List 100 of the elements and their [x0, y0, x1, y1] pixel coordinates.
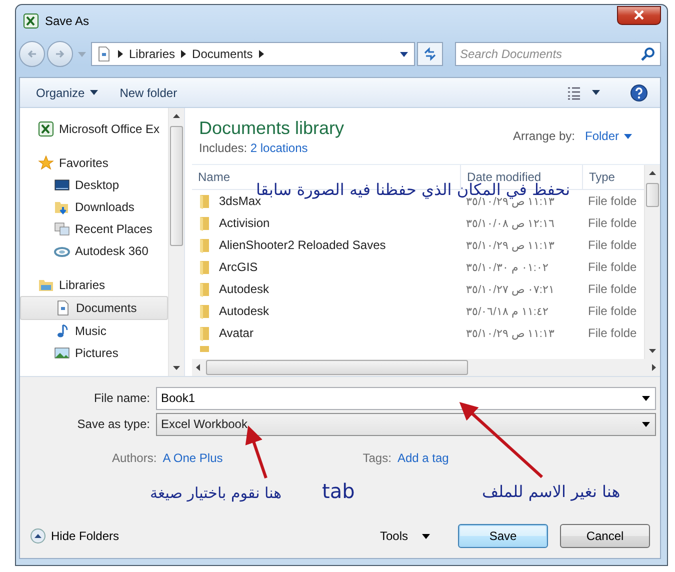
- date-cell: ١٢:١٦ ص ٣٥/١٠/٠٨: [466, 216, 554, 230]
- annotation-text: هنا نغير الاسم للملف: [482, 482, 620, 501]
- chevron-icon: [181, 50, 186, 58]
- type-cell: File folde: [588, 238, 637, 252]
- type-cell: File folde: [588, 282, 637, 296]
- monitor-icon: [54, 177, 70, 193]
- spreadsheet-icon: [38, 121, 54, 137]
- annotation-text: tab: [322, 479, 355, 503]
- library-icon: [38, 277, 54, 293]
- left-arrow-icon: [26, 48, 38, 60]
- sidebar-item[interactable]: Microsoft Office Ex: [20, 118, 168, 140]
- dropdown-caret-icon[interactable]: [400, 52, 408, 56]
- right-arrow-icon[interactable]: [652, 364, 656, 371]
- help-icon[interactable]: [630, 84, 648, 102]
- type-cell: File folde: [588, 194, 637, 208]
- authors-link[interactable]: A One Plus: [162, 451, 223, 465]
- locations-link[interactable]: 2 locations: [250, 140, 308, 154]
- close-icon: [633, 10, 645, 20]
- new-folder-button[interactable]: New folder: [114, 82, 184, 102]
- address-field[interactable]: Libraries Documents: [91, 42, 415, 66]
- down-arrow-icon[interactable]: [173, 366, 180, 370]
- right-arrow-icon: [54, 48, 66, 60]
- document-icon: [96, 46, 112, 62]
- hide-folders-button[interactable]: Hide Folders: [30, 528, 120, 544]
- file-name-cell[interactable]: Autodesk: [219, 304, 270, 318]
- arrange-dropdown[interactable]: Folder: [584, 129, 632, 143]
- sidebar-item[interactable]: Favorites: [20, 152, 168, 174]
- file-name-cell[interactable]: 3dsMax: [219, 194, 262, 208]
- up-arrow-icon[interactable]: [649, 171, 656, 175]
- picture-icon: [54, 345, 70, 361]
- search-icon: [640, 46, 656, 62]
- refresh-arrows-icon: [423, 47, 437, 61]
- library-title: Documents library: [199, 118, 344, 138]
- file-name-cell[interactable]: Avatar: [219, 326, 254, 340]
- scroll-thumb[interactable]: [206, 360, 468, 375]
- arrange-label: Arrange by:: [512, 129, 575, 143]
- spreadsheet-icon: [23, 13, 39, 29]
- caret-icon[interactable]: [592, 90, 600, 95]
- save-type-label: Save as type:: [76, 417, 151, 431]
- left-arrow-icon[interactable]: [196, 364, 200, 371]
- folder-download-icon: [54, 199, 70, 215]
- file-name-cell[interactable]: ArcGIS: [219, 260, 258, 274]
- scrollbar[interactable]: [192, 359, 660, 376]
- add-tag-link[interactable]: Add a tag: [397, 451, 449, 465]
- date-cell: ١١:١٣ ص ٣٥/١٠/٢٩: [466, 238, 554, 252]
- breadcrumb[interactable]: Documents: [192, 47, 253, 61]
- sidebar-item[interactable]: Recent Places: [20, 218, 168, 240]
- type-cell: File folde: [588, 216, 637, 230]
- star-icon: [38, 155, 54, 171]
- sidebar-item[interactable]: Autodesk 360: [20, 240, 168, 262]
- dropdown-caret-icon: [642, 396, 650, 400]
- sidebar-item[interactable]: Documents: [20, 296, 168, 320]
- tools-button[interactable]: Tools: [374, 528, 436, 544]
- type-cell: File folde: [588, 260, 637, 274]
- dialog-button[interactable]: Cancel: [560, 524, 650, 548]
- includes-label: Includes:: [199, 140, 248, 154]
- scroll-thumb[interactable]: [646, 183, 659, 207]
- sidebar-item[interactable]: Desktop: [20, 174, 168, 196]
- column-header[interactable]: Type: [582, 165, 644, 189]
- scrollbar[interactable]: [644, 165, 660, 359]
- file-name-cell[interactable]: Autodesk: [219, 282, 270, 296]
- search-field[interactable]: Search Documents: [455, 42, 661, 66]
- caret-icon: [90, 90, 98, 95]
- sidebar-item[interactable]: Downloads: [20, 196, 168, 218]
- organize-button[interactable]: Organize: [30, 82, 104, 102]
- date-cell: ١١:١٣ ص ٣٥/١٠/٢٩: [466, 326, 554, 340]
- tags-label: Tags:: [362, 451, 392, 465]
- window-title: Save As: [45, 14, 90, 28]
- caret-icon: [422, 534, 430, 538]
- sidebar-item[interactable]: Libraries: [20, 274, 168, 296]
- close-button[interactable]: [617, 6, 661, 24]
- sidebar-item[interactable]: Music: [20, 320, 168, 342]
- authors-label: Authors:: [112, 451, 157, 465]
- refresh-button[interactable]: [417, 42, 443, 66]
- save-type-dropdown[interactable]: Excel Workbook: [156, 412, 656, 436]
- dropdown-caret-icon: [642, 422, 650, 426]
- up-chevron-icon: [30, 528, 46, 544]
- view-list-icon[interactable]: [566, 84, 582, 100]
- breadcrumb[interactable]: Libraries: [129, 47, 176, 61]
- file-name-cell[interactable]: AlienShooter2 Reloaded Saves: [219, 238, 386, 252]
- scrollbar[interactable]: [168, 108, 184, 376]
- chevron-icon: [118, 50, 123, 58]
- up-arrow-icon[interactable]: [173, 114, 180, 118]
- sidebar-item[interactable]: Pictures: [20, 342, 168, 364]
- recent-places-icon: [54, 221, 70, 237]
- type-cell: File folde: [588, 304, 637, 318]
- date-cell: ٠١:٠٢ م ٣٥/١٠/٣٠: [466, 260, 548, 274]
- file-name-cell[interactable]: Activision: [219, 216, 270, 230]
- caret-icon: [624, 134, 632, 138]
- scroll-thumb[interactable]: [170, 126, 183, 246]
- file-name-field[interactable]: Book1: [156, 386, 656, 410]
- dialog-button[interactable]: Save: [458, 524, 548, 548]
- chevron-icon: [258, 50, 264, 58]
- type-cell: File folde: [588, 326, 637, 340]
- annotation-text: هنا نقوم باختيار صيغة: [150, 484, 282, 502]
- date-cell: ١١:٤٢ م ٣٥/٠٦/١٨: [466, 304, 548, 318]
- file-name-label: File name:: [92, 391, 151, 405]
- date-cell: ٠٧:٢١ ص ٣٥/١٠/٢٧: [466, 282, 554, 296]
- document-icon: [55, 300, 71, 316]
- down-arrow-icon[interactable]: [649, 349, 656, 353]
